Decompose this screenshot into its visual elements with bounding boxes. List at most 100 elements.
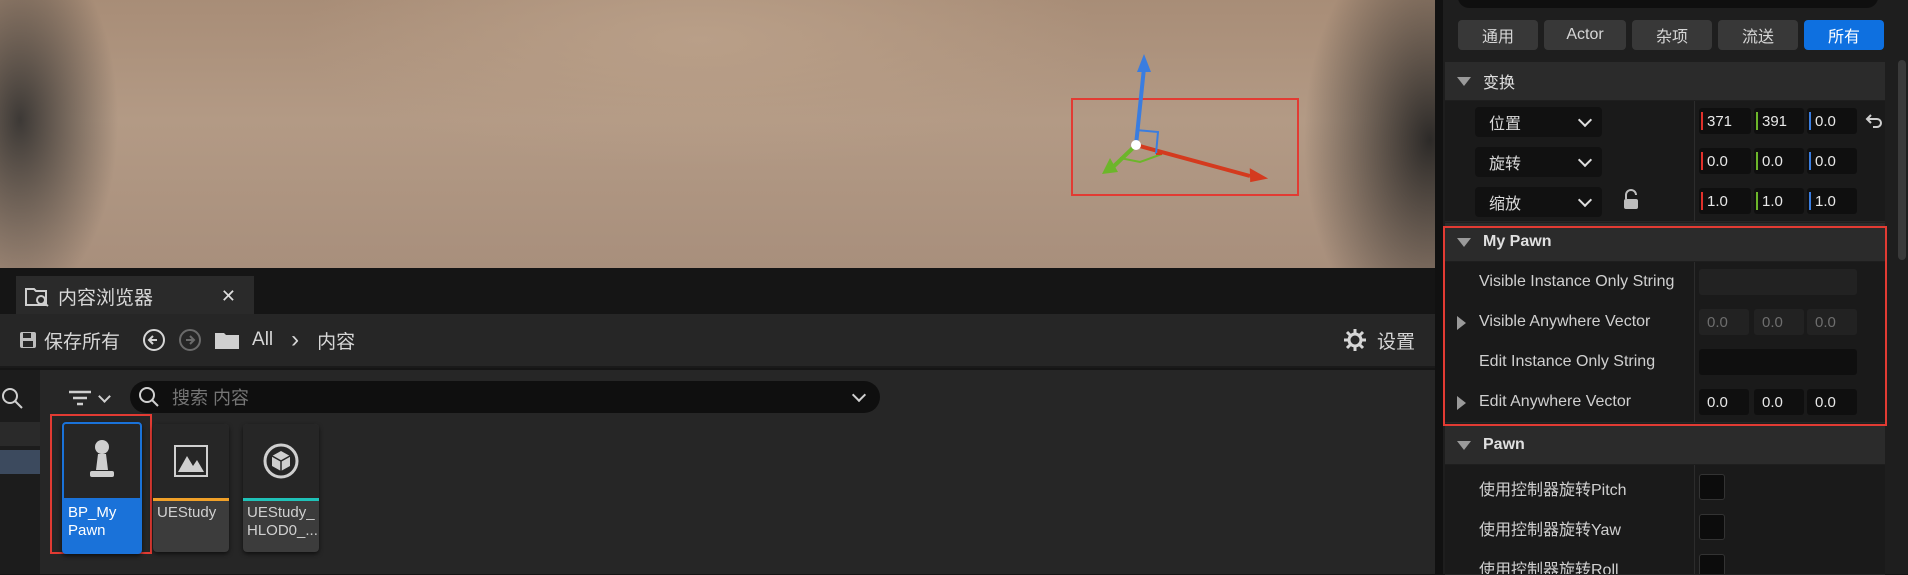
- field-value: 0.0: [1707, 152, 1728, 170]
- save-icon: [20, 332, 36, 348]
- scale-y-field[interactable]: 1.0: [1754, 188, 1804, 214]
- roll-checkbox[interactable]: [1699, 554, 1725, 574]
- property-row-scale: 缩放 1.0 1.0 1.0: [1445, 181, 1885, 222]
- asset-label: UEStudy_ HLOD0_...: [247, 504, 318, 539]
- map-icon: [174, 445, 208, 477]
- column-divider: [1694, 141, 1695, 181]
- level-viewport[interactable]: [0, 0, 1435, 268]
- filter-button[interactable]: [68, 384, 118, 412]
- section-header-transform[interactable]: 变换: [1445, 62, 1885, 100]
- location-y-field[interactable]: 391: [1754, 108, 1804, 134]
- tab-title: 内容浏览器: [58, 287, 154, 309]
- my-pawn-highlight-box: [1443, 226, 1887, 426]
- chevron-down-icon: [1577, 192, 1593, 208]
- column-divider: [1694, 545, 1695, 574]
- close-icon[interactable]: ✕: [221, 286, 236, 307]
- dropdown-label: 缩放: [1489, 196, 1522, 213]
- collapse-arrow-icon: [1457, 76, 1471, 86]
- search-box[interactable]: [130, 381, 880, 413]
- chevron-down-icon: [1577, 112, 1593, 128]
- pitch-checkbox[interactable]: [1699, 474, 1725, 500]
- section-header-pawn[interactable]: Pawn: [1445, 426, 1885, 464]
- y-axis-marker: [1756, 152, 1758, 170]
- property-row-use-controller-rotation-pitch: 使用控制器旋转Pitch: [1445, 465, 1885, 506]
- y-axis-marker: [1756, 112, 1758, 130]
- rotation-y-field[interactable]: 0.0: [1754, 148, 1804, 174]
- asset-thumbnail: [64, 424, 140, 501]
- breadcrumb-all[interactable]: All: [252, 329, 273, 351]
- property-label: 使用控制器旋转Pitch: [1479, 482, 1627, 499]
- asset-thumbnail: [243, 424, 319, 501]
- property-row-location: 位置 371 391 0.0: [1445, 101, 1885, 142]
- location-dropdown[interactable]: 位置: [1475, 107, 1602, 137]
- settings-button[interactable]: 设置: [1377, 327, 1415, 354]
- rotation-x-field[interactable]: 0.0: [1699, 148, 1751, 174]
- search-input[interactable]: [170, 385, 814, 411]
- z-axis-marker: [1809, 112, 1811, 130]
- chevron-down-icon[interactable]: [851, 387, 867, 403]
- location-x-field[interactable]: 371: [1699, 108, 1751, 134]
- breadcrumb-content[interactable]: 内容: [317, 327, 355, 354]
- asset-tile-uestudy[interactable]: UEStudy: [153, 424, 229, 552]
- field-value: 1.0: [1762, 192, 1783, 210]
- filter-tab-all[interactable]: 所有: [1804, 20, 1884, 50]
- content-browser-icon: [25, 288, 49, 307]
- tab-content-browser[interactable]: 内容浏览器 ✕: [16, 276, 254, 314]
- scale-z-field[interactable]: 1.0: [1807, 188, 1857, 214]
- location-z-field[interactable]: 0.0: [1807, 108, 1857, 134]
- unlock-icon[interactable]: [1621, 189, 1641, 211]
- rotation-z-field[interactable]: 0.0: [1807, 148, 1857, 174]
- collapse-arrow-icon: [1457, 440, 1471, 450]
- x-axis-marker: [1701, 152, 1703, 170]
- z-axis-marker: [1809, 152, 1811, 170]
- x-axis-marker: [1701, 192, 1703, 210]
- property-label: 使用控制器旋转Roll: [1479, 562, 1619, 575]
- x-axis-marker: [1701, 112, 1703, 130]
- property-label: 使用控制器旋转Yaw: [1479, 522, 1621, 539]
- filter-tab-streaming[interactable]: 流送: [1718, 20, 1798, 50]
- property-row-use-controller-rotation-yaw: 使用控制器旋转Yaw: [1445, 505, 1885, 546]
- dropdown-label: 旋转: [1489, 156, 1522, 173]
- section-title: Pawn: [1483, 436, 1525, 453]
- gear-icon[interactable]: [1343, 328, 1367, 352]
- section-title: 变换: [1483, 75, 1516, 92]
- filter-icon: [69, 390, 91, 406]
- source-item[interactable]: [0, 422, 40, 446]
- property-row-use-controller-rotation-roll: 使用控制器旋转Roll: [1445, 545, 1885, 575]
- transform-gizmo[interactable]: [1090, 50, 1280, 190]
- column-divider: [1694, 181, 1695, 221]
- reset-icon[interactable]: [1865, 112, 1883, 130]
- yaw-checkbox[interactable]: [1699, 514, 1725, 540]
- scrollbar[interactable]: [1898, 60, 1906, 260]
- breadcrumb-separator: ›: [291, 326, 300, 353]
- filter-tab-misc[interactable]: 杂项: [1632, 20, 1712, 50]
- field-value: 1.0: [1707, 192, 1728, 210]
- field-value: 0.0: [1815, 112, 1836, 130]
- save-all-button[interactable]: 保存所有: [44, 327, 120, 354]
- filter-tab-actor[interactable]: Actor: [1544, 20, 1626, 50]
- scale-dropdown[interactable]: 缩放: [1475, 187, 1602, 217]
- column-divider: [1694, 505, 1695, 545]
- z-axis-marker: [1809, 192, 1811, 210]
- search-icon[interactable]: [0, 386, 24, 410]
- chevron-down-icon: [1577, 152, 1593, 168]
- source-item-selected[interactable]: [0, 450, 40, 474]
- details-search-box[interactable]: [1458, 0, 1878, 8]
- cube-icon: [263, 443, 299, 479]
- asset-tile-bp-my-pawn[interactable]: BP_My Pawn: [62, 422, 142, 554]
- chevron-down-icon: [98, 389, 111, 403]
- forward-icon[interactable]: [178, 328, 202, 352]
- back-icon[interactable]: [142, 328, 166, 352]
- asset-tile-uestudy-hlod0[interactable]: UEStudy_ HLOD0_...: [243, 424, 319, 552]
- field-value: 371: [1707, 112, 1733, 130]
- field-value: 0.0: [1815, 152, 1836, 170]
- asset-label: UEStudy: [157, 504, 217, 521]
- filter-tab-general[interactable]: 通用: [1458, 20, 1538, 50]
- rotation-dropdown[interactable]: 旋转: [1475, 147, 1602, 177]
- sources-panel-collapsed: [0, 370, 40, 574]
- column-divider: [1694, 465, 1695, 505]
- column-divider: [1694, 101, 1695, 141]
- asset-label: BP_My Pawn: [68, 504, 117, 539]
- scale-x-field[interactable]: 1.0: [1699, 188, 1751, 214]
- field-value: 0.0: [1762, 152, 1783, 170]
